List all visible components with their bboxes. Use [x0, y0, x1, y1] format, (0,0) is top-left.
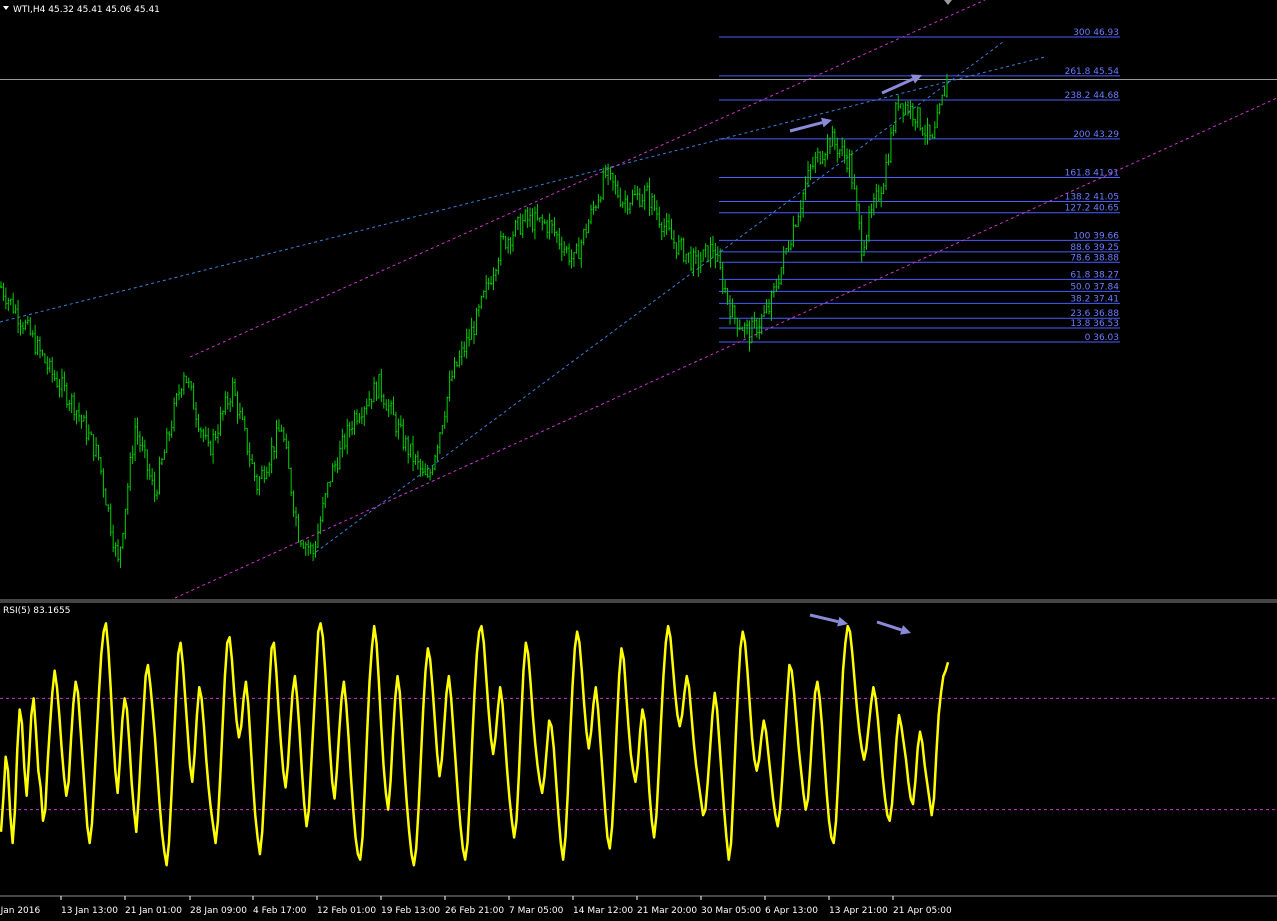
- time-axis-label: 4 Feb 17:00: [253, 906, 307, 916]
- time-axis-label: 19 Feb 13:00: [381, 906, 440, 916]
- chart-window[interactable]: 0 36.03 13.8 36.53 23.6 36.88 38.2 37.41 50.…: [0, 0, 1277, 921]
- time-axis-label: 14 Mar 12:00: [573, 906, 633, 916]
- time-axis-label: 28 Jan 09:00: [190, 906, 247, 916]
- fib-level-label: 261.8 45.54: [1065, 67, 1120, 77]
- fib-level-label: 78.6 38.88: [1070, 253, 1119, 263]
- time-axis-label: 26 Feb 21:00: [445, 906, 504, 916]
- time-axis-label: 7 Mar 05:00: [509, 906, 564, 916]
- price-chart-panel[interactable]: 0 36.03 13.8 36.5323.6 36.88 38.2 37.41 50.…: [0, 0, 1277, 921]
- time-axis-label: 21 Mar 20:00: [637, 906, 697, 916]
- fib-level-label: 127.2 40.65: [1065, 204, 1119, 214]
- time-axis-label: 13 Apr 21:00: [829, 906, 888, 916]
- time-axis-label: 21 Apr 05:00: [893, 906, 952, 916]
- time-axis-label: 5 Jan 2016: [0, 906, 40, 916]
- fib-level-label: 100 39.66: [1073, 231, 1119, 241]
- fib-level-label: 138.2 41.05: [1065, 193, 1119, 203]
- time-axis-label: 12 Feb 01:00: [317, 906, 376, 916]
- price-header: WTI,H4 45.32 45.41 45.06 45.41: [3, 5, 160, 15]
- fib-level-label: 88.6 39.25: [1070, 243, 1119, 253]
- time-axis-label: 6 Apr 13:00: [765, 906, 818, 916]
- fib-level-label: 23.6 36.88: [1070, 309, 1119, 319]
- rsi-header: RSI(5) 83.1655: [3, 606, 70, 616]
- fib-level-label: 50.0 37.84: [1070, 282, 1119, 292]
- fib-level-label: 200 43.29: [1073, 130, 1119, 140]
- time-axis-label: 21 Jan 01:00: [125, 906, 182, 916]
- time-axis-label: 13 Jan 13:00: [61, 906, 118, 916]
- fib-level-label: 238.2 44.68: [1065, 91, 1120, 101]
- fib-level-label: 300 46.93: [1073, 28, 1119, 38]
- fib-level-label: 38.2 37.41: [1070, 294, 1119, 304]
- chart-symbol-header: WTI,H4 45.32 45.41 45.06 45.41: [13, 5, 160, 15]
- fib-level-label: 61.8 38.27: [1070, 270, 1119, 280]
- fib-level-label: 0 36.03: [1085, 333, 1119, 343]
- time-axis-label: 30 Mar 05:00: [701, 906, 761, 916]
- fib-level-label: 13.8 36.53: [1070, 319, 1119, 329]
